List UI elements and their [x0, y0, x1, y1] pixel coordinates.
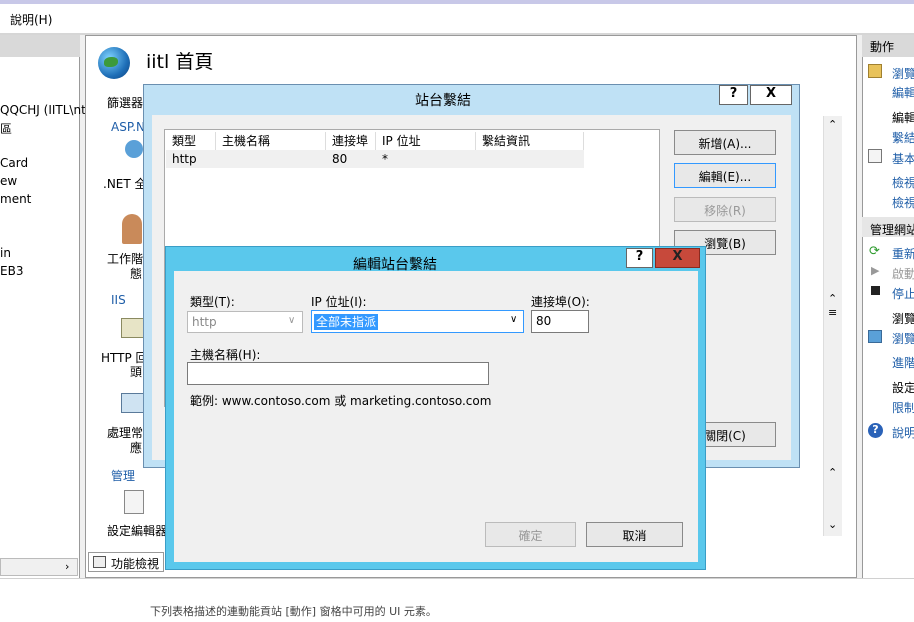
cell-ip: *: [382, 152, 388, 166]
help-icon: ?: [868, 423, 883, 438]
tree-item-card[interactable]: Card: [0, 156, 28, 170]
action-browse-header: 瀏覽: [892, 312, 914, 326]
dotnet-globalization-icon[interactable]: [125, 140, 143, 158]
features-view-icon: [93, 556, 106, 568]
ip-address-label: IP 位址(I):: [311, 295, 367, 309]
chevron-up-icon[interactable]: ⌃: [828, 118, 837, 131]
action-basic-settings[interactable]: 基本: [892, 150, 914, 167]
action-bindings[interactable]: 繫結: [892, 129, 914, 146]
type-select[interactable]: http ∨: [187, 311, 303, 333]
column-host-name[interactable]: 主機名稱: [216, 132, 326, 150]
column-type[interactable]: 類型: [166, 132, 216, 150]
stop-icon: [871, 286, 880, 295]
port-label: 連接埠(O):: [531, 295, 590, 309]
action-advanced-settings[interactable]: 進階: [892, 354, 914, 371]
restart-icon: ⟳: [869, 244, 880, 259]
action-restart[interactable]: 重新: [892, 245, 914, 262]
column-binding-info[interactable]: 繫結資訊: [476, 132, 584, 150]
edit-binding-close-button[interactable]: X: [655, 248, 700, 268]
action-stop[interactable]: 停止: [892, 285, 914, 302]
tree-horizontal-scrollbar[interactable]: ›: [0, 558, 78, 576]
http-headers-icon[interactable]: [121, 318, 145, 338]
cell-type: http: [172, 152, 197, 166]
group-iis: IIS: [111, 293, 126, 307]
handler-mappings-icon[interactable]: [121, 393, 145, 413]
host-name-field[interactable]: [187, 362, 489, 385]
edit-binding-help-button[interactable]: ?: [626, 248, 653, 268]
tree-item-ew[interactable]: ew: [0, 174, 17, 188]
chevron-right-icon[interactable]: ›: [65, 560, 69, 573]
basic-settings-icon: [868, 149, 882, 163]
tree-item-server[interactable]: QQCHJ (IITL\nt: [0, 103, 86, 117]
column-port[interactable]: 連接埠: [326, 132, 376, 150]
scroll-grip-icon[interactable]: ≡: [828, 306, 837, 319]
connections-header: [0, 35, 80, 57]
globe-icon: [98, 47, 130, 79]
host-name-label: 主機名稱(H):: [190, 348, 261, 362]
port-field[interactable]: 80: [531, 310, 589, 333]
feature-handler-2: 應: [130, 441, 143, 455]
group-aspnet: ASP.N: [111, 120, 145, 134]
site-bindings-title: 站台繫結: [415, 93, 471, 109]
page-title: iitl 首頁: [146, 51, 214, 73]
action-manage-site-header: 管理網站: [870, 223, 914, 237]
configuration-editor-icon[interactable]: [124, 490, 144, 514]
ip-address-select-value: 全部未指派: [314, 314, 379, 330]
session-state-icon[interactable]: [122, 214, 142, 244]
tree-item-in[interactable]: in: [0, 246, 11, 260]
bottom-doc-area: [0, 578, 914, 622]
table-row[interactable]: [166, 150, 584, 168]
action-view-applications[interactable]: 檢視: [892, 174, 914, 191]
features-view-label: 功能檢視: [111, 557, 160, 571]
chevron-up-icon[interactable]: ⌃: [828, 292, 837, 305]
filter-label: 篩選器: [107, 96, 144, 110]
feature-http-2: 頭: [130, 365, 143, 379]
chevron-up-icon[interactable]: ⌃: [828, 466, 837, 479]
type-label: 類型(T):: [190, 295, 235, 309]
bottom-doc-text: 下列表格描述的連動能貢站 [動作] 窗格中可用的 UI 元素。: [150, 605, 437, 618]
chevron-down-icon[interactable]: ⌄: [828, 518, 837, 531]
ip-address-select[interactable]: 全部未指派 ∨: [311, 310, 524, 333]
ok-button[interactable]: 確定: [485, 522, 576, 547]
remove-binding-button[interactable]: 移除(R): [674, 197, 776, 222]
actions-header: 動作: [862, 35, 914, 57]
tree-item-ment[interactable]: ment: [0, 192, 31, 206]
action-view-virtual-dirs[interactable]: 檢視: [892, 194, 914, 211]
cell-port: 80: [332, 152, 348, 166]
start-icon: ▶: [871, 264, 880, 277]
action-edit-site-header: 編輯: [892, 111, 914, 125]
action-limits[interactable]: 限制: [892, 399, 914, 416]
action-help[interactable]: 說明: [892, 424, 914, 441]
column-ip-address[interactable]: IP 位址: [376, 132, 476, 150]
add-binding-button[interactable]: 新增(A)...: [674, 130, 776, 155]
action-configure-header: 設定: [892, 381, 914, 395]
group-manage: 管理: [111, 469, 136, 483]
chevron-down-icon: ∨: [288, 315, 296, 326]
action-start[interactable]: 啟動: [892, 265, 914, 282]
host-example-text: 範例: www.contoso.com 或 marketing.contoso.…: [190, 394, 492, 408]
browse-site-icon: [868, 330, 882, 343]
action-browse-80[interactable]: 瀏覽: [892, 330, 914, 347]
tab-features-view[interactable]: 功能檢視: [88, 552, 164, 572]
folder-icon: [868, 64, 882, 78]
edit-binding-button[interactable]: 編輯(E)...: [674, 163, 776, 188]
action-edit-permissions[interactable]: 編輯: [892, 84, 914, 101]
menu-bar: [0, 0, 914, 34]
menu-help[interactable]: 說明(H): [10, 11, 52, 28]
site-bindings-help-button[interactable]: ?: [719, 85, 748, 105]
feature-session-2: 態: [130, 267, 143, 281]
type-select-value: http: [192, 315, 217, 329]
chevron-down-icon: ∨: [510, 314, 518, 325]
cancel-button[interactable]: 取消: [586, 522, 683, 547]
site-bindings-close-button[interactable]: X: [750, 85, 792, 105]
feature-dotnet[interactable]: .NET 全: [103, 175, 147, 192]
feature-config-editor[interactable]: 設定編輯器: [107, 522, 167, 539]
action-browse[interactable]: 瀏覽: [892, 65, 914, 82]
tree-item-eb3[interactable]: EB3: [0, 264, 23, 278]
features-vertical-scrollbar[interactable]: ⌃ ⌃ ≡ ⌃ ⌄: [823, 116, 842, 536]
tree-item-sites[interactable]: 區: [0, 120, 12, 137]
